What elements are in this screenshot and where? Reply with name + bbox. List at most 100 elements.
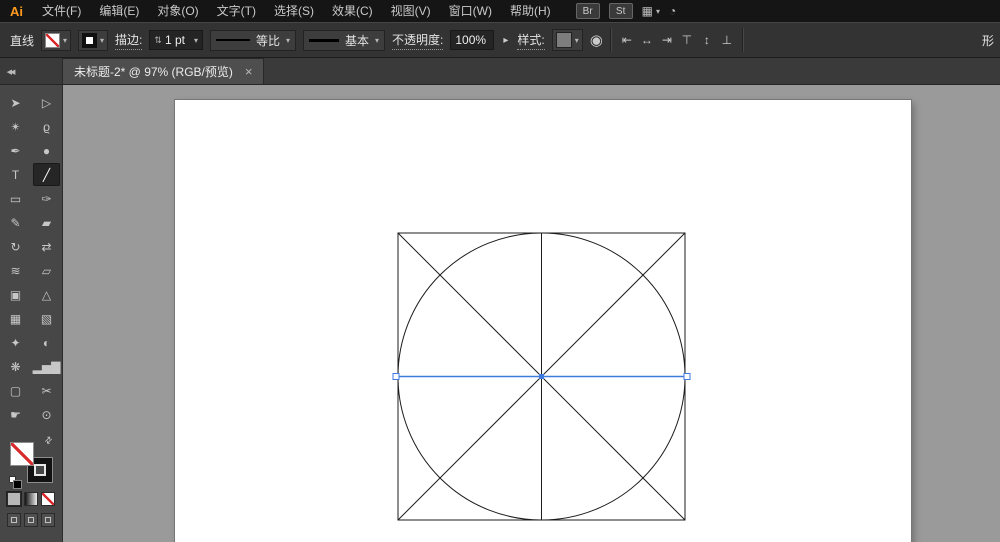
stroke-color-picker[interactable]: ▾ bbox=[78, 29, 109, 51]
shape-label: 形 bbox=[981, 33, 994, 48]
type-tool[interactable]: T bbox=[2, 163, 29, 186]
align-vertical-bottom-icon[interactable]: ⊥ bbox=[719, 33, 735, 47]
paintbrush-tool[interactable]: ✑ bbox=[33, 187, 60, 210]
artboard-tool[interactable]: ▢ bbox=[2, 379, 29, 402]
menu-item-effect[interactable]: 效果(C) bbox=[323, 0, 382, 22]
column-graph-tool[interactable]: ▂▅▇ bbox=[32, 355, 61, 378]
chevron-down-icon: ▾ bbox=[193, 35, 198, 45]
menu-item-edit[interactable]: 编辑(E) bbox=[90, 0, 148, 22]
menu-item-type[interactable]: 文字(T) bbox=[208, 0, 265, 22]
workspace-switcher[interactable]: ▦ ▾ bbox=[642, 4, 660, 18]
bridge-button[interactable]: Br bbox=[575, 3, 600, 19]
gradient-tool-icon: ▧ bbox=[40, 311, 53, 326]
stroke-weight-field[interactable]: ⇅ ▾ bbox=[149, 30, 203, 50]
menu-item-window[interactable]: 窗口(W) bbox=[440, 0, 501, 22]
align-vertical-center-icon[interactable]: ↕ bbox=[699, 33, 715, 47]
shape-builder-tool[interactable]: ▣ bbox=[2, 283, 29, 306]
line-segment-tool[interactable]: ╱ bbox=[33, 163, 60, 186]
stepper-icon[interactable]: ⇅ bbox=[154, 35, 162, 46]
tab-close-icon[interactable]: × bbox=[245, 64, 253, 79]
fill-color-picker[interactable]: ▾ bbox=[41, 29, 72, 51]
draw-behind-button[interactable] bbox=[24, 513, 38, 527]
draw-mode-row bbox=[7, 513, 55, 527]
blend-tool[interactable]: ◐ bbox=[33, 331, 60, 354]
zoom-tool-icon: ⊙ bbox=[41, 407, 52, 422]
swap-fill-stroke-icon[interactable]: ⇄ bbox=[43, 434, 56, 447]
collapse-panels-icon[interactable]: ◀◀ bbox=[0, 68, 20, 84]
artboard[interactable] bbox=[175, 100, 911, 542]
main-area: ➤ ▷ ✴ ϱ ✒ ● T ╱ ▭ ✑ ✎ ▰ ↻ ⇄ ≋ ▱ ▣ △ ▦ ▧ ✦ ◐ ❋ ▂▅▇ ▢ ✂ ☛ ⊙ ⇄ bbox=[0, 85, 1000, 542]
rectangle-tool[interactable]: ▭ bbox=[2, 187, 29, 210]
stroke-panel-link[interactable]: 描边: bbox=[115, 31, 143, 50]
eyedropper-tool[interactable]: ✦ bbox=[2, 331, 29, 354]
zoom-tool[interactable]: ⊙ bbox=[33, 403, 60, 426]
perspective-grid-tool[interactable]: △ bbox=[33, 283, 60, 306]
align-vertical-top-icon[interactable]: ⊤ bbox=[679, 33, 695, 47]
brush-definition-dropdown[interactable]: 基本 ▾ bbox=[302, 29, 386, 51]
free-transform-tool[interactable]: ▱ bbox=[33, 259, 60, 282]
align-horizontal-right-icon[interactable]: ⇥ bbox=[659, 33, 675, 47]
default-fill-stroke-icon[interactable] bbox=[9, 476, 22, 489]
align-horizontal-center-icon[interactable]: ↔ bbox=[639, 33, 655, 47]
anchor-center[interactable] bbox=[539, 374, 544, 379]
draw-normal-button[interactable] bbox=[7, 513, 21, 527]
recolor-artwork-icon[interactable]: ◉ bbox=[590, 33, 603, 48]
gradient-button[interactable] bbox=[24, 492, 38, 506]
draw-inside-button[interactable] bbox=[41, 513, 55, 527]
anchor-right[interactable] bbox=[683, 373, 691, 380]
document-tab[interactable]: 未标题-2* @ 97% (RGB/预览) × bbox=[62, 58, 265, 84]
workspace-icon: ▦ bbox=[641, 4, 653, 18]
rotate-tool[interactable]: ↻ bbox=[2, 235, 29, 258]
slice-tool[interactable]: ✂ bbox=[33, 379, 60, 402]
none-button[interactable] bbox=[41, 492, 55, 506]
opacity-panel-link[interactable]: 不透明度: bbox=[392, 31, 444, 50]
brush-label: 基本 bbox=[344, 33, 369, 48]
menu-item-select[interactable]: 选择(S) bbox=[265, 0, 323, 22]
hand-tool[interactable]: ☛ bbox=[2, 403, 29, 426]
opacity-field[interactable] bbox=[450, 30, 495, 50]
line-segment-tool-icon: ╱ bbox=[42, 167, 51, 182]
lasso-tool[interactable]: ϱ bbox=[33, 115, 60, 138]
opacity-input[interactable] bbox=[455, 33, 490, 47]
app-logo[interactable]: Ai bbox=[4, 4, 33, 19]
blend-tool-icon: ◐ bbox=[42, 335, 51, 350]
fill-swatch[interactable] bbox=[10, 442, 34, 466]
blob-brush-tool[interactable]: ● bbox=[33, 139, 60, 162]
artboard-tool-icon: ▢ bbox=[9, 383, 22, 398]
align-horizontal-left-icon[interactable]: ⇤ bbox=[619, 33, 635, 47]
canvas-area[interactable] bbox=[63, 85, 1000, 542]
stroke-weight-input[interactable] bbox=[164, 33, 191, 47]
magic-wand-tool[interactable]: ✴ bbox=[2, 115, 29, 138]
mesh-tool[interactable]: ▦ bbox=[2, 307, 29, 330]
menu-item-help[interactable]: 帮助(H) bbox=[501, 0, 560, 22]
eraser-tool-icon: ▰ bbox=[41, 215, 52, 230]
graphic-style-picker[interactable]: ▾ bbox=[551, 29, 583, 51]
cs-live-icon[interactable]: ◔ bbox=[669, 4, 676, 18]
chevron-down-icon: ▾ bbox=[574, 35, 579, 45]
menu-item-file[interactable]: 文件(F) bbox=[33, 0, 90, 22]
tab-title: 未标题-2* @ 97% (RGB/预览) bbox=[74, 65, 233, 79]
gradient-tool[interactable]: ▧ bbox=[33, 307, 60, 330]
color-button[interactable] bbox=[7, 492, 21, 506]
direct-selection-tool[interactable]: ▷ bbox=[33, 91, 60, 114]
pencil-tool[interactable]: ✎ bbox=[2, 211, 29, 234]
menu-item-view[interactable]: 视图(V) bbox=[382, 0, 440, 22]
selection-tool[interactable]: ➤ bbox=[2, 91, 29, 114]
stock-button[interactable]: St bbox=[608, 3, 633, 19]
symbol-sprayer-tool[interactable]: ❋ bbox=[2, 355, 29, 378]
anchor-left[interactable] bbox=[392, 373, 400, 380]
artwork bbox=[392, 232, 691, 521]
pen-tool[interactable]: ✒ bbox=[2, 139, 29, 162]
width-profile-dropdown[interactable]: 等比 ▾ bbox=[209, 29, 296, 51]
menu-item-object[interactable]: 对象(O) bbox=[148, 0, 207, 22]
eraser-tool[interactable]: ▰ bbox=[33, 211, 60, 234]
expand-arrow-icon[interactable]: ▸ bbox=[501, 35, 510, 46]
style-panel-link[interactable]: 样式: bbox=[517, 31, 545, 50]
scale-tool[interactable]: ⇄ bbox=[33, 235, 60, 258]
width-tool-icon: ≋ bbox=[10, 263, 21, 278]
column-graph-tool-icon: ▂▅▇ bbox=[32, 359, 61, 374]
width-tool[interactable]: ≋ bbox=[2, 259, 29, 282]
chevron-down-icon: ▾ bbox=[100, 35, 105, 45]
tools-panel: ➤ ▷ ✴ ϱ ✒ ● T ╱ ▭ ✑ ✎ ▰ ↻ ⇄ ≋ ▱ ▣ △ ▦ ▧ ✦ ◐ ❋ ▂▅▇ ▢ ✂ ☛ ⊙ ⇄ bbox=[0, 85, 63, 542]
rotate-tool-icon: ↻ bbox=[10, 239, 21, 254]
